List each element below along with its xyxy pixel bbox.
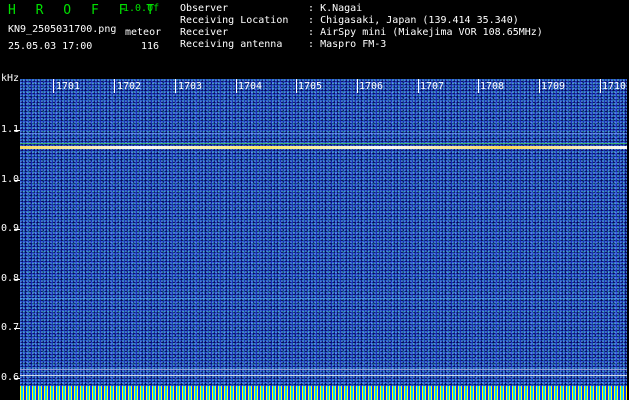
y-tick-mark: [14, 328, 20, 329]
info-label-location: Receiving Location: [180, 15, 289, 26]
x-tick-mark: [478, 79, 479, 93]
x-tick-label: 1702: [117, 81, 142, 92]
info-label-receiver: Receiver: [180, 27, 229, 38]
info-value-antenna: : Maspro FM-3: [308, 39, 387, 50]
info-value-receiver: : AirSpy mini (Miakejima VOR 108.65MHz): [308, 27, 543, 38]
y-tick-mark: [14, 229, 20, 230]
x-tick-mark: [357, 79, 358, 93]
x-tick-mark: [114, 79, 115, 93]
x-tick-label: 1701: [56, 81, 81, 92]
x-tick-label: 1706: [359, 81, 384, 92]
interference-line-mid: [20, 298, 627, 299]
noise-floor-strip: [20, 386, 627, 400]
info-label-observer: Observer: [180, 3, 229, 14]
y-tick-mark: [14, 130, 20, 131]
y-tick-mark: [14, 180, 20, 181]
info-label-antenna: Receiving antenna: [180, 39, 283, 50]
x-tick-label: 1708: [480, 81, 505, 92]
x-tick-label: 1704: [238, 81, 263, 92]
interference-line-lower-2: [20, 375, 627, 376]
file-name: KN9_2505031700.png: [8, 24, 117, 35]
x-tick-label: 1710: [602, 81, 627, 92]
spectrogram-plot[interactable]: [20, 79, 627, 400]
info-value-observer: : K.Nagai: [308, 3, 363, 14]
interference-line-upper: [20, 133, 627, 134]
x-tick-mark: [53, 79, 54, 93]
x-tick-mark: [175, 79, 176, 93]
x-tick-mark: [418, 79, 419, 93]
x-tick-mark: [296, 79, 297, 93]
capture-datetime: 25.05.03 17:00: [8, 41, 93, 52]
y-axis-unit: kHz: [1, 73, 20, 84]
header-panel: H R O F F T 1.0.0f KN9_2505031700.png me…: [0, 0, 629, 75]
interference-line-lower-1: [20, 369, 627, 370]
detection-mode: meteor: [125, 27, 162, 38]
carrier-signal-line: [20, 146, 627, 149]
x-tick-mark: [600, 79, 601, 93]
x-tick-label: 1707: [420, 81, 445, 92]
app-version: 1.0.0f: [123, 3, 160, 14]
meteor-count: 116: [141, 41, 160, 52]
info-value-location: : Chigasaki, Japan (139.414 35.340): [308, 15, 519, 26]
x-tick-label: 1705: [298, 81, 323, 92]
y-tick-mark: [14, 378, 20, 379]
x-tick-label: 1709: [541, 81, 566, 92]
x-tick-mark: [236, 79, 237, 93]
carrier-sideband-line: [20, 143, 627, 144]
x-tick-label: 1703: [178, 81, 203, 92]
x-tick-mark: [539, 79, 540, 93]
y-tick-mark: [14, 279, 20, 280]
